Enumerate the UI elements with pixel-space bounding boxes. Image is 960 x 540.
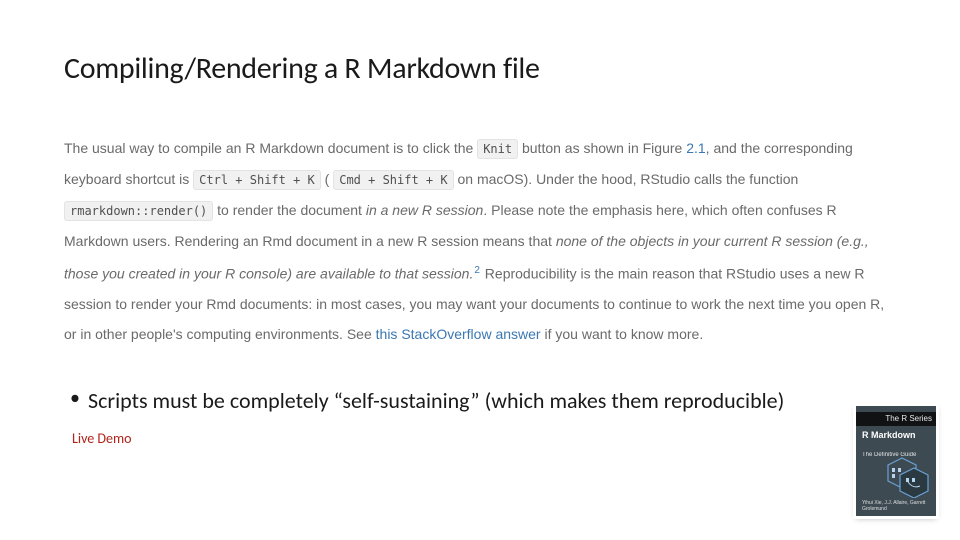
book-cover-thumbnail: The R Series R Markdown The Definitive G… [856,406,936,516]
footnote-ref[interactable]: 2 [474,265,480,276]
text: button as shown in Figure [522,140,686,156]
stackoverflow-link[interactable]: this StackOverflow answer [376,326,541,342]
text: The usual way to compile an R Markdown d… [64,140,477,156]
slide: Compiling/Rendering a R Markdown file Th… [0,0,960,540]
book-excerpt: The usual way to compile an R Markdown d… [64,133,896,349]
render-code: rmarkdown::render() [64,201,213,221]
bullet-list: Scripts must be completely “self-sustain… [64,387,896,415]
text: if you want to know more. [541,326,704,342]
book-authors: Yihui Xie, J.J. Allaire, Garrett Grolemu… [862,500,936,512]
bullet-item: Scripts must be completely “self-sustain… [64,387,896,415]
knit-code: Knit [477,139,518,159]
book-title: R Markdown [862,430,930,440]
book-series-bar: The R Series [856,412,936,426]
live-demo-label: Live Demo [72,430,896,447]
book-series-text: The R Series [885,415,932,423]
emphasis-new-session: in a new R session [366,202,484,218]
text: to render the document [217,202,366,218]
slide-title: Compiling/Rendering a R Markdown file [64,50,896,87]
text: ( [325,171,330,187]
book-hex-icon [884,456,932,498]
text: on macOS). Under the hood, RStudio calls… [457,171,798,187]
kbd-shortcut-mac: Cmd + Shift + K [333,170,453,190]
figure-link[interactable]: 2.1 [686,140,705,156]
kbd-shortcut-win: Ctrl + Shift + K [193,170,321,190]
